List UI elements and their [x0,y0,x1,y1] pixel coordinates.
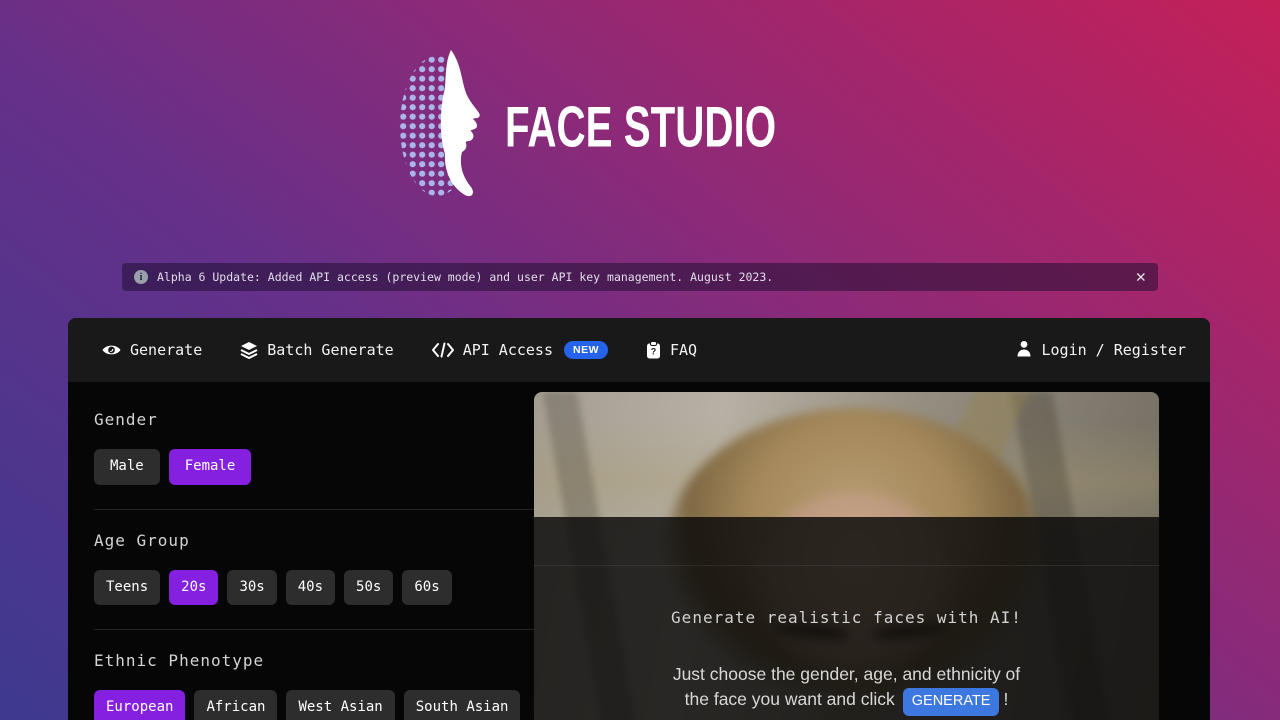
age-group-label: Age Group [94,531,534,550]
generate-chip: GENERATE [903,688,1000,716]
new-badge: NEW [564,341,608,359]
layers-icon [240,341,258,359]
instruction-line2-prefix: the face you want and click [685,689,895,709]
main-content: Gender Male Female Age Group Teens 20s 3… [68,382,1210,720]
nav-label: Generate [130,341,202,359]
update-banner: i Alpha 6 Update: Added API access (prev… [122,263,1158,291]
instruction-line1: Just choose the gender, age, and ethnici… [673,664,1020,684]
nav-left: Generate Batch Generate [102,341,697,359]
age-group-section: Age Group Teens 20s 30s 40s 50s 60s [94,531,534,606]
nav-item-batch-generate[interactable]: Batch Generate [240,341,393,359]
age-option-30s[interactable]: 30s [227,570,276,606]
banner-text: Alpha 6 Update: Added API access (previe… [157,270,773,284]
nav-label: API Access [463,341,553,359]
age-option-teens[interactable]: Teens [94,570,160,606]
ethnicity-option-south-asian[interactable]: South Asian [404,690,521,720]
ethnicity-option-african[interactable]: African [194,690,277,720]
sample-face-image: Generate realistic faces with AI! Just c… [534,392,1159,720]
nav-label: Batch Generate [267,341,393,359]
ethnicity-section: Ethnic Phenotype European African West A… [94,651,534,720]
code-icon [432,342,454,358]
clipboard-question-icon: ? [646,341,661,359]
age-option-50s[interactable]: 50s [344,570,393,606]
gender-label: Gender [94,410,534,429]
gender-option-female[interactable]: Female [169,449,252,485]
section-divider [94,509,537,510]
close-icon[interactable]: ✕ [1136,269,1146,286]
ethnicity-options: European African West Asian South Asian [94,690,534,720]
form-column: Gender Male Female Age Group Teens 20s 3… [68,382,534,720]
ethnicity-label: Ethnic Phenotype [94,651,534,670]
login-register-button[interactable]: Login / Register [1016,340,1187,361]
nav-item-api-access[interactable]: API Access NEW [432,341,608,359]
logo: FACE STUDIO [0,46,1280,206]
instruction-line2-suffix: ! [1003,689,1008,709]
nav-label: FAQ [670,341,697,359]
nav-item-generate[interactable]: Generate [102,341,202,359]
logo-title: FACE STUDIO [505,93,776,159]
user-icon [1016,340,1032,361]
app-panel: Generate Batch Generate [68,318,1210,720]
gender-section: Gender Male Female [94,410,534,485]
hero-headline: Generate realistic faces with AI! [534,608,1159,627]
age-option-40s[interactable]: 40s [286,570,335,606]
eye-icon [102,342,121,358]
age-option-20s[interactable]: 20s [169,570,218,606]
ethnicity-option-west-asian[interactable]: West Asian [286,690,394,720]
age-group-options: Teens 20s 30s 40s 50s 60s [94,570,534,606]
photo-divider-line [534,565,1159,566]
svg-text:?: ? [651,347,657,357]
info-icon: i [134,270,148,284]
login-label: Login / Register [1042,341,1187,359]
dotted-face-profile-icon [399,46,491,206]
navbar: Generate Batch Generate [68,318,1210,382]
nav-item-faq[interactable]: ? FAQ [646,341,697,359]
ethnicity-option-european[interactable]: European [94,690,185,720]
age-option-60s[interactable]: 60s [402,570,451,606]
gender-option-male[interactable]: Male [94,449,160,485]
hero-instructions: Just choose the gender, age, and ethnici… [534,662,1159,716]
gender-options: Male Female [94,449,534,485]
section-divider [94,629,537,630]
